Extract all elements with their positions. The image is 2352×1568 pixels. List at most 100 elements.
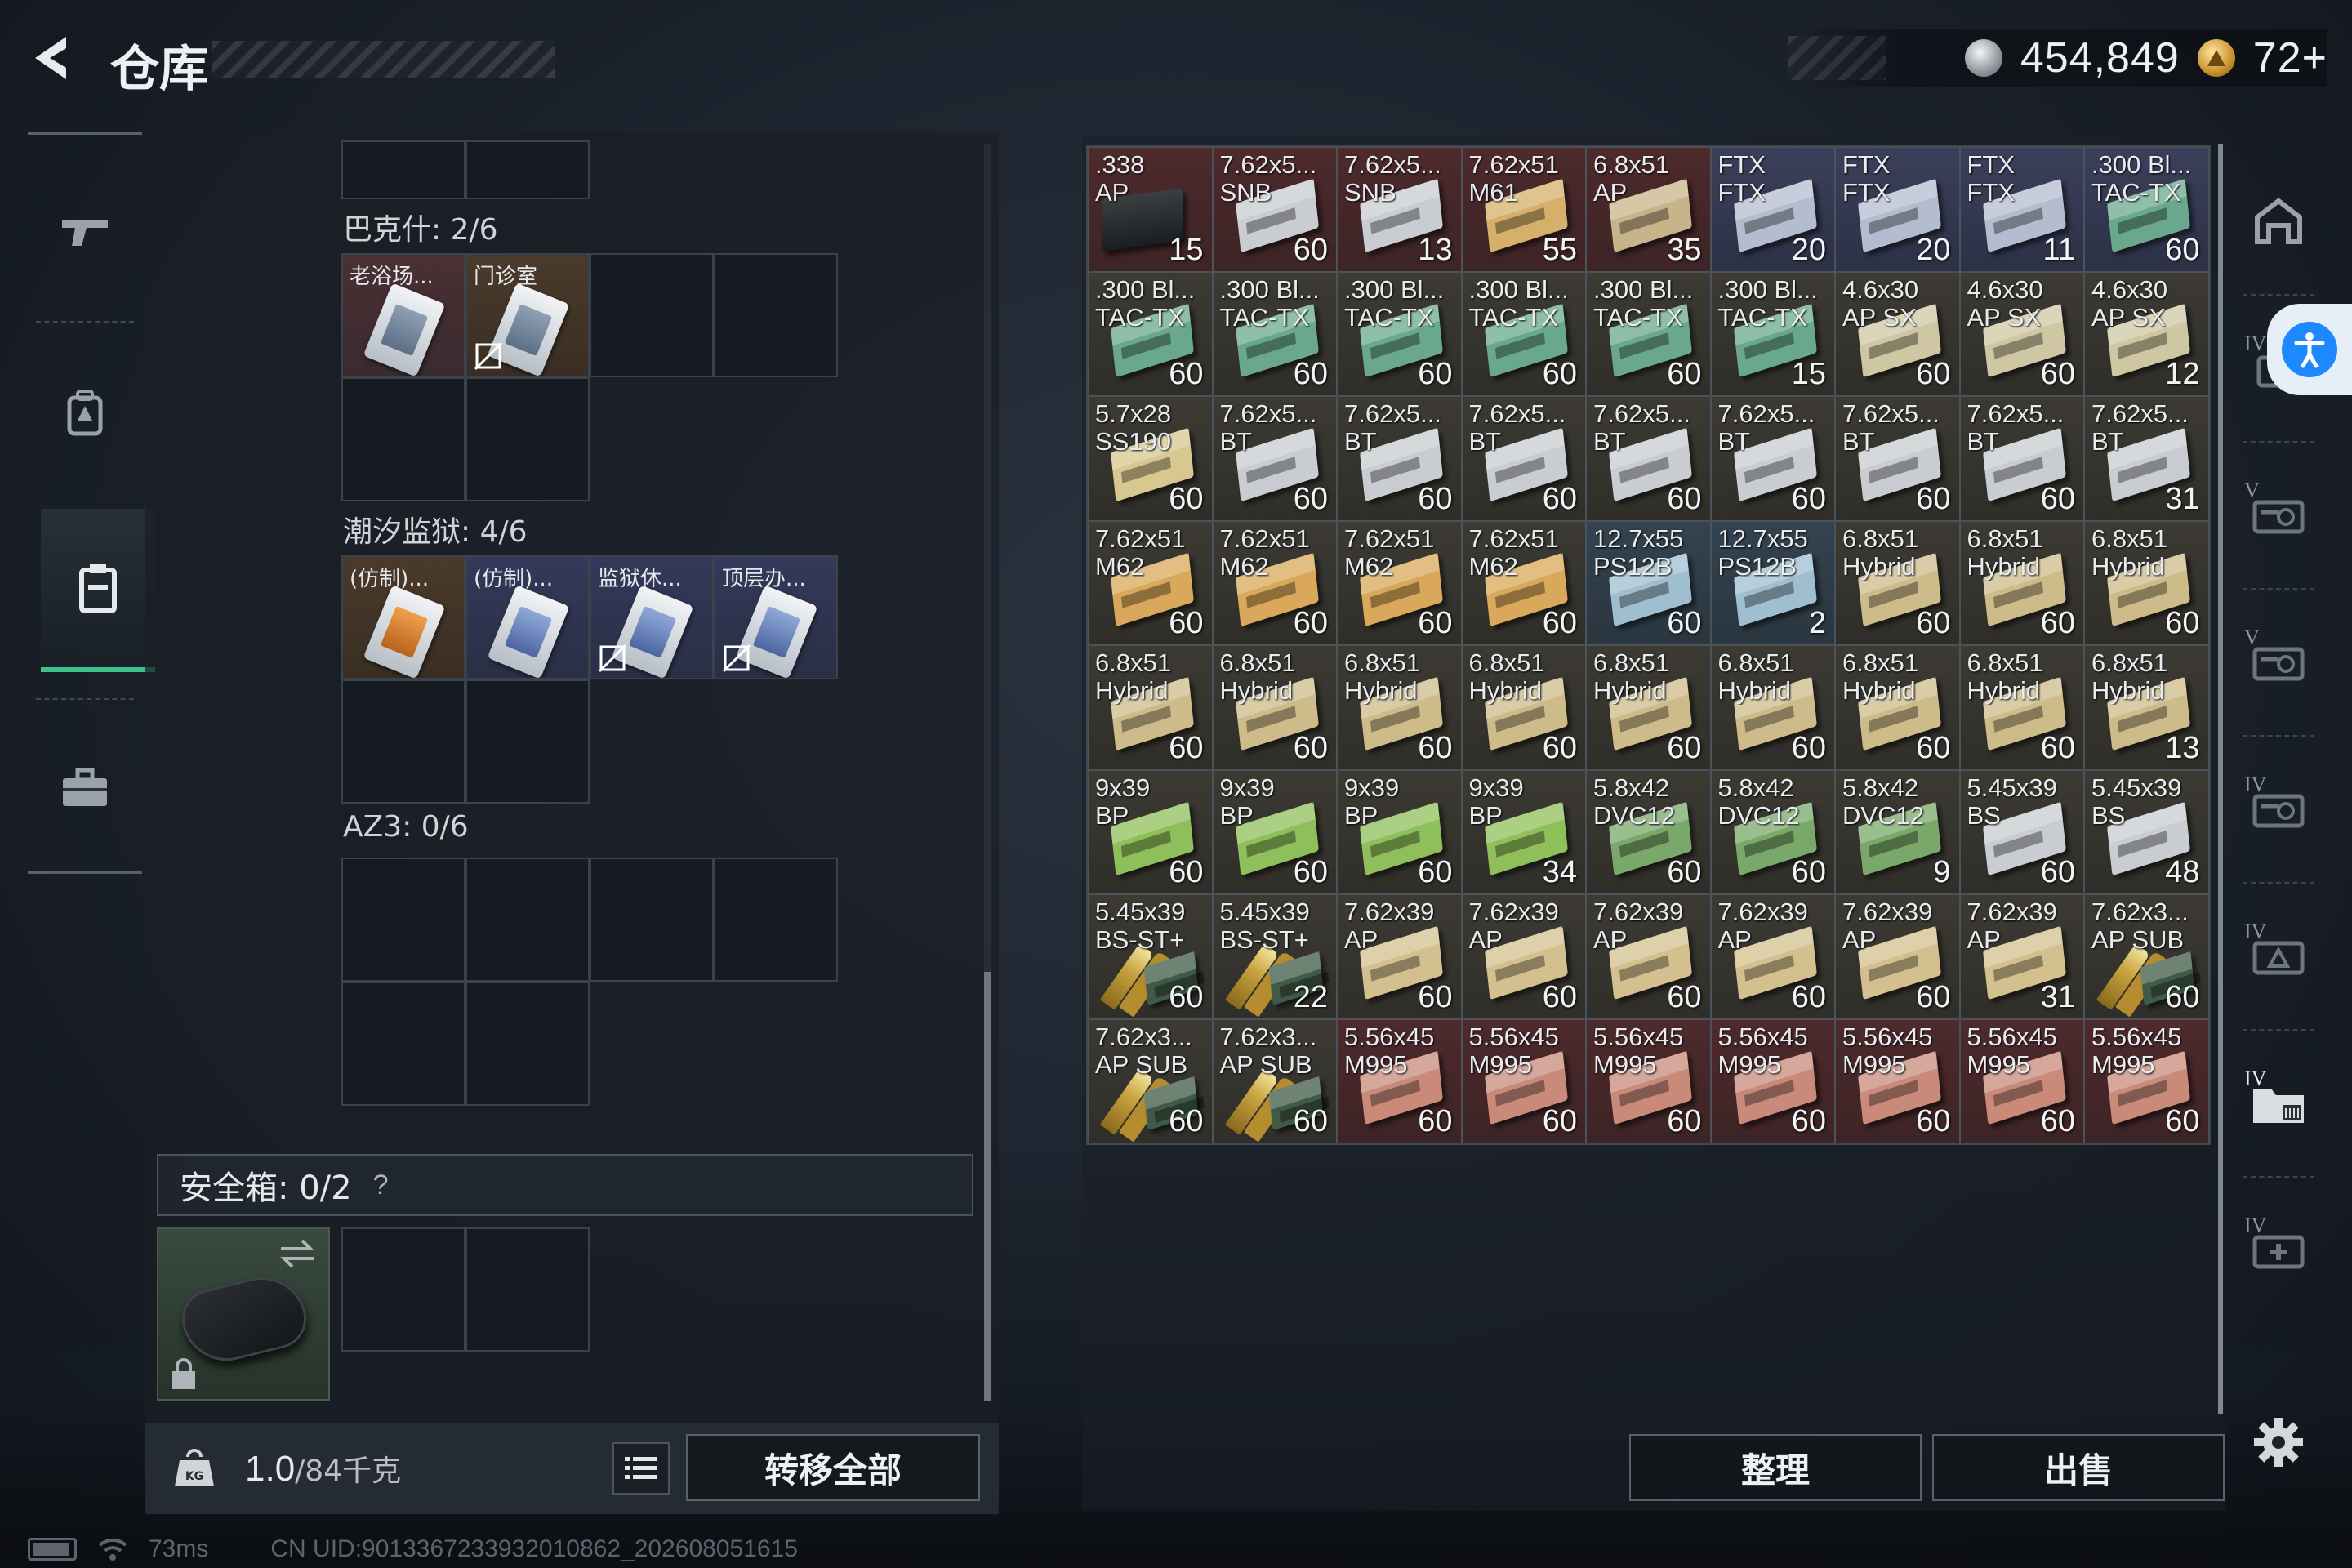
nav-chest-rig[interactable] [41,509,155,672]
empty-slot[interactable] [466,679,590,804]
key-item[interactable]: 老浴场... [341,253,466,377]
ammo-item[interactable]: 5.56x45 M995 60 [1337,1018,1462,1143]
empty-slot[interactable] [714,253,838,377]
empty-slot[interactable] [341,982,466,1106]
settings-button[interactable] [2247,1411,2310,1473]
key-item[interactable]: 监狱休... [590,555,714,679]
ammo-item[interactable]: 7.62x51 M62 60 [1088,520,1213,645]
ammo-item[interactable]: .300 Bl... TAC-TX 60 [1337,271,1462,396]
ammo-item[interactable]: 9x39 BP 60 [1212,769,1337,894]
empty-slot[interactable] [341,858,466,982]
ammo-item[interactable]: 12.7x55 PS12B 2 [1710,520,1835,645]
ammo-item[interactable]: 7.62x39 AP 31 [1959,894,2084,1019]
ammo-item[interactable]: 7.62x39 AP 60 [1710,894,1835,1019]
empty-slot[interactable] [466,140,590,199]
ammo-item[interactable]: 4.6x30 AP SX 60 [1959,271,2084,396]
ammo-item[interactable]: 6.8x51 Hybrid 60 [1461,645,1586,770]
nav-backpack[interactable] [28,331,142,494]
ammo-item[interactable]: 7.62x5... SNB 13 [1337,147,1462,272]
ammo-item[interactable]: 4.6x30 AP SX 60 [1835,271,1960,396]
stash-filter-weapon-case[interactable]: V [2230,603,2328,725]
ammo-item[interactable]: 5.45x39 BS 60 [1959,769,2084,894]
ammo-item[interactable]: 6.8x51 Hybrid 60 [2084,520,2209,645]
ammo-item[interactable]: .300 Bl... TAC-TX 15 [1710,271,1835,396]
empty-slot[interactable] [590,253,714,377]
empty-slot[interactable] [714,858,838,982]
swap-icon[interactable] [278,1237,317,1270]
ammo-item[interactable]: .300 Bl... TAC-TX 60 [1088,271,1213,396]
ammo-item[interactable]: 7.62x5... BT 60 [1337,396,1462,521]
ammo-item[interactable]: 6.8x51 Hybrid 60 [1710,645,1835,770]
empty-slot[interactable] [466,982,590,1106]
ammo-item[interactable]: 5.45x39 BS-ST+ 22 [1212,894,1337,1019]
empty-slot[interactable] [341,679,466,804]
back-button[interactable] [24,29,82,87]
key-item[interactable]: 门诊室 [466,253,590,377]
sell-button[interactable]: 出售 [1932,1434,2225,1501]
empty-slot[interactable] [341,1227,466,1352]
stash-filter-weapon-case[interactable]: IV [2230,750,2328,872]
ammo-item[interactable]: 6.8x51 Hybrid 60 [1959,520,2084,645]
ammo-item[interactable]: 5.8x42 DVC12 9 [1835,769,1960,894]
ammo-item[interactable]: FTX FTX 11 [1959,147,2084,272]
safe-container-slot[interactable] [157,1227,330,1401]
ammo-item[interactable]: 7.62x5... BT 60 [1586,396,1711,521]
left-scrollbar-thumb[interactable] [984,972,991,1401]
ammo-item[interactable]: 6.8x51 Hybrid 60 [1835,645,1960,770]
ammo-item[interactable]: 7.62x5... BT 60 [1461,396,1586,521]
ammo-item[interactable]: FTX FTX 20 [1710,147,1835,272]
empty-slot[interactable] [590,858,714,982]
ammo-item[interactable]: 5.45x39 BS-ST+ 60 [1088,894,1213,1019]
ammo-item[interactable]: 6.8x51 AP 35 [1586,147,1711,272]
ammo-item[interactable]: 9x39 BP 60 [1088,769,1213,894]
ammo-item[interactable]: 5.56x45 M995 60 [1710,1018,1835,1143]
ammo-item[interactable]: 6.8x51 Hybrid 60 [1586,645,1711,770]
stash-filter-folder[interactable]: IV [2230,1044,2328,1166]
ammo-item[interactable]: 7.62x5... BT 60 [1710,396,1835,521]
empty-slot[interactable] [466,377,590,501]
help-icon[interactable]: ? [373,1169,389,1201]
accessibility-button[interactable] [2267,304,2352,395]
ammo-item[interactable]: 5.8x42 DVC12 60 [1710,769,1835,894]
ammo-item[interactable]: 7.62x5... BT 60 [1835,396,1960,521]
ammo-item[interactable]: 7.62x39 AP 60 [1337,894,1462,1019]
ammo-item[interactable]: 5.8x42 DVC12 60 [1586,769,1711,894]
list-view-button[interactable] [612,1442,670,1494]
ammo-item[interactable]: 5.56x45 M995 60 [1959,1018,2084,1143]
ammo-item[interactable]: 4.6x30 AP SX 12 [2084,271,2209,396]
ammo-item[interactable]: 5.45x39 BS 48 [2084,769,2209,894]
ammo-item[interactable]: 7.62x5... BT 60 [1959,396,2084,521]
ammo-item[interactable]: 7.62x5... BT 60 [1212,396,1337,521]
key-item[interactable]: (仿制)... [466,555,590,679]
ammo-item[interactable]: .300 Bl... TAC-TX 60 [1586,271,1711,396]
ammo-item[interactable]: 6.8x51 Hybrid 60 [1835,520,1960,645]
ammo-item[interactable]: 7.62x5... BT 31 [2084,396,2209,521]
ammo-item[interactable]: 5.56x45 M995 60 [1461,1018,1586,1143]
ammo-item[interactable]: .338 AP 15 [1088,147,1213,272]
ammo-item[interactable]: 6.8x51 Hybrid 60 [1959,645,2084,770]
ammo-item[interactable]: 9x39 BP 60 [1337,769,1462,894]
ammo-item[interactable]: 9x39 BP 34 [1461,769,1586,894]
key-item[interactable]: (仿制)... [341,555,466,679]
ammo-item[interactable]: .300 Bl... TAC-TX 60 [1461,271,1586,396]
transfer-all-button[interactable]: 转移全部 [686,1434,980,1501]
stash-scrollbar[interactable] [2218,144,2223,1414]
key-item[interactable]: 顶层办... [714,555,838,679]
ammo-item[interactable]: 7.62x51 M62 60 [1337,520,1462,645]
ammo-item[interactable]: .300 Bl... TAC-TX 60 [1212,271,1337,396]
stash-filter-weapon-case[interactable]: V [2230,456,2328,578]
stash-filter-hideout[interactable] [2230,162,2328,284]
ammo-item[interactable]: 7.62x51 M62 60 [1461,520,1586,645]
ammo-item[interactable]: 6.8x51 Hybrid 60 [1337,645,1462,770]
ammo-item[interactable]: 7.62x3... AP SUB 60 [1212,1018,1337,1143]
ammo-item[interactable]: 7.62x51 M62 60 [1212,520,1337,645]
ammo-item[interactable]: 7.62x51 M61 55 [1461,147,1586,272]
stash-filter-ammo-case[interactable]: IV [2230,897,2328,1019]
ammo-item[interactable]: 5.56x45 M995 60 [1586,1018,1711,1143]
ammo-item[interactable]: 6.8x51 Hybrid 60 [1212,645,1337,770]
empty-slot[interactable] [466,858,590,982]
ammo-item[interactable]: 7.62x39 AP 60 [1586,894,1711,1019]
ammo-item[interactable]: 7.62x3... AP SUB 60 [1088,1018,1213,1143]
empty-slot[interactable] [341,377,466,501]
ammo-item[interactable]: FTX FTX 20 [1835,147,1960,272]
